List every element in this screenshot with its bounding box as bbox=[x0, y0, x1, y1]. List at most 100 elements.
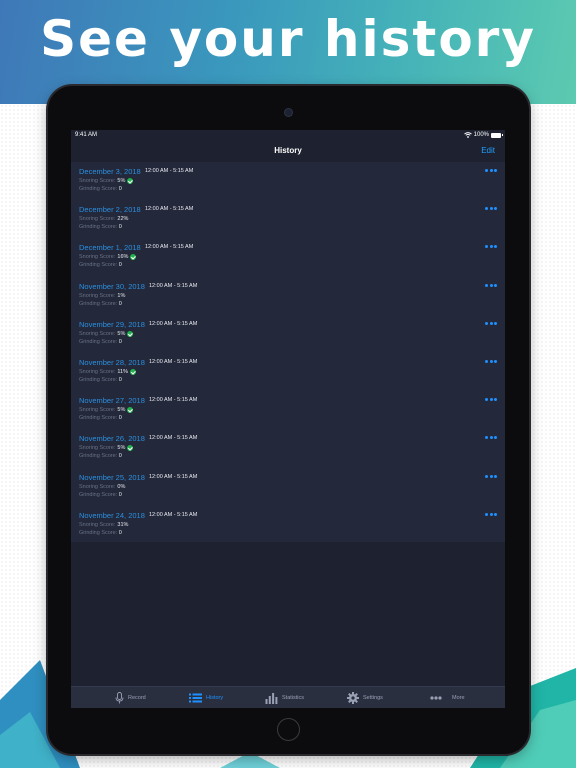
history-row[interactable]: November 27, 2018 12:00 AM - 5:15 AM Snori… bbox=[71, 391, 505, 429]
more-options-icon[interactable] bbox=[485, 321, 497, 325]
check-circle-icon bbox=[127, 178, 134, 184]
grinding-score-value: 0 bbox=[118, 377, 122, 383]
grinding-score-label: Grinding Score: bbox=[79, 262, 118, 269]
entry-date: December 3, 2018 bbox=[79, 167, 141, 176]
tab-more[interactable]: More bbox=[430, 687, 465, 708]
more-options-icon[interactable] bbox=[485, 169, 497, 172]
entry-date: November 24, 2018 bbox=[79, 510, 145, 520]
battery-percent: 100% bbox=[473, 132, 489, 138]
entry-time-range: 12:00 AM - 5:15 AM bbox=[145, 206, 194, 213]
entry-date: November 29, 2018 bbox=[79, 319, 145, 329]
history-row[interactable]: November 28, 2018 12:00 AM - 5:15 AM Snori… bbox=[71, 353, 505, 391]
snoring-score-value: 22% bbox=[117, 216, 129, 223]
grinding-score-label: Grinding Score: bbox=[79, 377, 118, 383]
history-row[interactable]: November 24, 2018 12:00 AM - 5:15 AM Snori… bbox=[71, 506, 505, 544]
entry-time-range: 12:00 AM - 5:15 AM bbox=[149, 511, 198, 518]
snoring-score-value: 5% bbox=[117, 330, 126, 337]
check-circle-icon bbox=[127, 330, 134, 337]
status-bar: 9:41 AM 100% bbox=[71, 130, 505, 141]
status-time: 9:41 AM bbox=[75, 132, 98, 138]
entry-time-range: 12:00 AM - 5:15 AM bbox=[145, 168, 194, 174]
tab-settings[interactable]: Settings bbox=[347, 687, 383, 708]
more-options-icon[interactable] bbox=[485, 283, 497, 287]
more-options-icon[interactable] bbox=[485, 207, 497, 211]
snoring-score-value: 31% bbox=[117, 521, 129, 528]
tab-label: Record bbox=[128, 695, 146, 701]
more-options-icon[interactable] bbox=[485, 436, 497, 440]
list-icon bbox=[189, 693, 202, 703]
grinding-score-label: Grinding Score: bbox=[79, 224, 118, 231]
battery-icon bbox=[491, 132, 503, 138]
check-circle-icon bbox=[127, 407, 134, 414]
snoring-score: Snoring Score: 11% bbox=[79, 369, 136, 375]
tab-label: Settings bbox=[363, 695, 383, 701]
grinding-score-label: Grinding Score: bbox=[79, 529, 118, 536]
more-options-icon[interactable] bbox=[485, 245, 497, 249]
check-circle-icon bbox=[127, 445, 134, 452]
snoring-score: Snoring Score: 1% bbox=[79, 293, 125, 299]
history-row[interactable]: November 25, 2018 12:00 AM - 5:15 AM Snori… bbox=[71, 468, 505, 506]
page-title: History bbox=[274, 146, 302, 155]
home-button[interactable] bbox=[277, 718, 300, 741]
tab-record[interactable]: Record bbox=[115, 687, 146, 708]
history-row[interactable]: November 30, 2018 12:00 AM - 5:15 AM Snori… bbox=[71, 277, 505, 315]
tab-history[interactable]: History bbox=[189, 687, 223, 708]
snoring-score-value: 5% bbox=[117, 407, 126, 414]
entry-date: December 2, 2018 bbox=[79, 205, 141, 215]
history-row[interactable]: December 3, 2018 12:00 AM - 5:15 AM Snorin… bbox=[71, 162, 505, 200]
navigation-bar: History Edit bbox=[71, 141, 505, 161]
tab-label: More bbox=[452, 695, 465, 701]
entry-date: November 26, 2018 bbox=[79, 434, 145, 444]
grinding-score-label: Grinding Score: bbox=[79, 300, 118, 307]
more-options-icon[interactable] bbox=[485, 512, 497, 516]
snoring-score-label: Snoring Score: bbox=[79, 369, 116, 375]
grinding-score-label: Grinding Score: bbox=[79, 453, 118, 460]
snoring-score-value: 16% bbox=[117, 254, 129, 261]
snoring-score-value: 11% bbox=[117, 369, 128, 375]
snoring-score: Snoring Score: 22% bbox=[79, 216, 128, 222]
grinding-score-value: 0 bbox=[118, 262, 122, 269]
grinding-score-value: 0 bbox=[118, 338, 122, 345]
history-row[interactable]: December 2, 2018 12:00 AM - 5:15 AM Snorin… bbox=[71, 200, 505, 238]
more-options-icon[interactable] bbox=[485, 474, 497, 478]
snoring-score-label: Snoring Score: bbox=[79, 483, 116, 490]
snoring-score-label: Snoring Score: bbox=[79, 216, 116, 223]
grinding-score-value: 0 bbox=[118, 529, 122, 536]
check-circle-icon bbox=[130, 254, 137, 261]
history-row[interactable]: November 26, 2018 12:00 AM - 5:15 AM Snori… bbox=[71, 429, 505, 467]
grinding-score: Grinding Score: 0 bbox=[79, 262, 122, 268]
tab-label: Statistics bbox=[282, 695, 305, 701]
grinding-score-label: Grinding Score: bbox=[79, 338, 118, 345]
more-dots-icon bbox=[430, 696, 442, 700]
entry-time-range: 12:00 AM - 5:15 AM bbox=[149, 435, 198, 442]
bar-chart-icon bbox=[265, 693, 278, 704]
snoring-score-label: Snoring Score: bbox=[79, 254, 116, 261]
grinding-score: Grinding Score: 0 bbox=[79, 453, 122, 459]
entry-time-range: 12:00 AM - 5:15 AM bbox=[149, 359, 198, 365]
snoring-score-label: Snoring Score: bbox=[79, 445, 116, 452]
entry-time-range: 12:00 AM - 5:15 AM bbox=[149, 282, 198, 289]
entry-date: November 25, 2018 bbox=[79, 472, 145, 482]
history-row[interactable]: November 29, 2018 12:00 AM - 5:15 AM Snori… bbox=[71, 315, 505, 353]
history-row[interactable]: December 1, 2018 12:00 AM - 5:15 AM Snorin… bbox=[71, 238, 505, 276]
grinding-score-value: 0 bbox=[118, 186, 122, 192]
edit-button[interactable]: Edit bbox=[481, 146, 495, 155]
entry-time-range: 12:00 AM - 5:15 AM bbox=[149, 473, 198, 480]
entry-time-range: 12:00 AM - 5:15 AM bbox=[149, 397, 198, 404]
snoring-score-value: 1% bbox=[117, 292, 126, 299]
snoring-score: Snoring Score: 5% bbox=[79, 445, 134, 452]
tab-bar: Record History Statistics Settings More bbox=[71, 686, 505, 708]
snoring-score-value: 5% bbox=[117, 178, 126, 184]
grinding-score: Grinding Score: 0 bbox=[79, 339, 122, 345]
snoring-score: Snoring Score: 5% bbox=[79, 407, 134, 414]
snoring-score-value: 5% bbox=[117, 445, 126, 452]
entry-date: November 27, 2018 bbox=[79, 396, 145, 406]
more-options-icon[interactable] bbox=[485, 398, 497, 402]
snoring-score-value: 0% bbox=[117, 483, 126, 490]
app-screen: 9:41 AM 100% History Edit December 3, 20… bbox=[71, 130, 505, 708]
more-options-icon[interactable] bbox=[485, 360, 497, 363]
snoring-score-label: Snoring Score: bbox=[79, 521, 116, 528]
entry-date: November 30, 2018 bbox=[79, 281, 145, 291]
snoring-score: Snoring Score: 0% bbox=[79, 484, 125, 490]
tab-statistics[interactable]: Statistics bbox=[265, 687, 304, 708]
